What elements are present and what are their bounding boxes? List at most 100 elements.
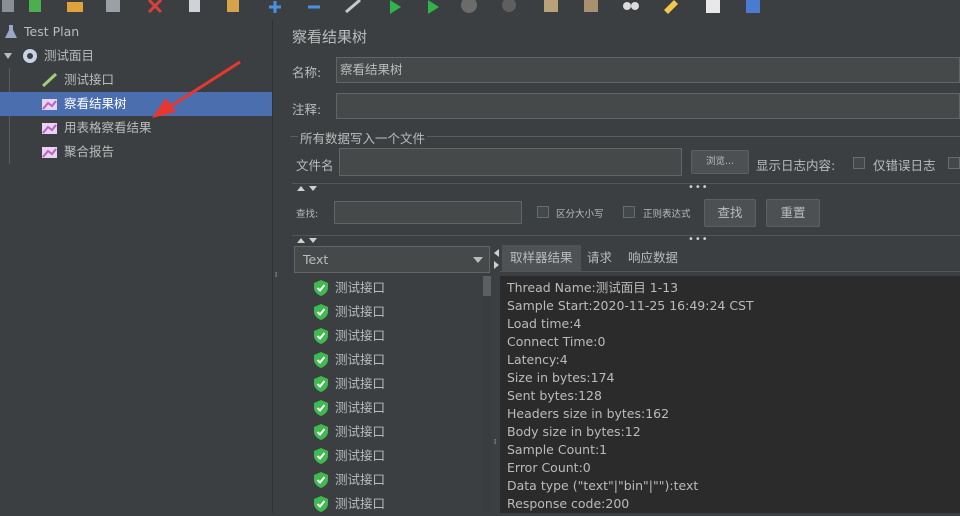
function-helper-icon[interactable] [704, 0, 722, 14]
horizontal-splitter[interactable]: ••• [292, 183, 960, 193]
list-item[interactable]: 测试接口 [293, 420, 481, 444]
list-item[interactable]: 测试接口 [293, 492, 481, 516]
tab-sampler-result[interactable]: 取样器结果 [502, 245, 581, 271]
paste-icon[interactable] [224, 0, 242, 14]
copy-icon[interactable] [186, 0, 204, 14]
stop-icon[interactable] [460, 0, 478, 14]
list-item-label: 测试接口 [335, 376, 386, 391]
search-icon[interactable] [622, 0, 640, 14]
list-item[interactable]: 测试接口 [293, 396, 481, 420]
result-line: Headers size in bytes:162 [507, 406, 670, 421]
list-item-label: 测试接口 [335, 496, 386, 511]
horizontal-splitter[interactable]: ••• [292, 235, 960, 245]
find-button[interactable]: 查找 [704, 199, 756, 227]
expand-icon[interactable] [266, 0, 284, 14]
listener-icon [42, 147, 57, 158]
chevron-down-icon [473, 257, 483, 263]
pipette-icon [42, 73, 58, 87]
results-list: 测试接口 测试接口 测试接口 测试接口 测试接口 测试接口 测试接口 测试接口 测试接口 测试接口 [293, 276, 493, 513]
comment-label: 注释: [292, 102, 322, 117]
list-item[interactable]: 测试接口 [293, 372, 481, 396]
tab-request[interactable]: 请求 [579, 245, 620, 271]
result-line: Response code:200 [507, 496, 630, 511]
list-item[interactable]: 测试接口 [293, 324, 481, 348]
results-detail-splitter[interactable]: ⁞ [493, 246, 500, 513]
result-line: Sent bytes:128 [507, 388, 602, 403]
listener-icon [42, 123, 57, 134]
expand-arrow-icon[interactable] [4, 53, 12, 59]
list-item[interactable]: 测试接口 [293, 348, 481, 372]
list-item[interactable]: 测试接口 [293, 468, 481, 492]
splitter-grip-icon: ⁞ [494, 438, 498, 446]
results-scrollbar[interactable] [483, 276, 491, 513]
list-item[interactable]: 测试接口 [293, 276, 481, 300]
regex-label: 正则表达式 [643, 209, 691, 220]
tree-item-label: 聚合报告 [64, 144, 115, 159]
filename-label: 文件名 [296, 158, 334, 173]
regex-checkbox[interactable] [623, 206, 635, 218]
open-icon[interactable] [66, 0, 84, 14]
tree-item-test-plan[interactable]: Test Plan [0, 20, 272, 44]
reset-button[interactable]: 重置 [766, 199, 820, 227]
name-field[interactable]: 察看结果树 [336, 57, 960, 83]
annotation-arrow-icon [152, 60, 241, 118]
save-icon[interactable] [104, 0, 122, 14]
success-shield-icon [314, 304, 328, 320]
log-content-label: 显示日志内容: [756, 158, 836, 173]
tree-item-label: 用表格察看结果 [64, 120, 152, 135]
scrollbar-thumb[interactable] [483, 276, 491, 296]
search-input[interactable] [334, 201, 522, 224]
tab-response-data[interactable]: 响应数据 [620, 245, 686, 271]
browse-button[interactable]: 浏览... [691, 150, 749, 174]
result-line: Thread Name:测试面目 1-13 [507, 280, 679, 295]
toggle-icon[interactable] [344, 0, 362, 14]
success-shield-icon [314, 448, 328, 464]
start-icon[interactable] [386, 0, 404, 14]
result-line: Sample Count:1 [507, 442, 608, 457]
section-title: 所有数据写入一个文件 [298, 128, 428, 147]
list-item[interactable]: 测试接口 [293, 300, 481, 324]
result-line: Connect Time:0 [507, 334, 606, 349]
reset-search-icon[interactable] [662, 0, 680, 14]
result-line: Error Count:0 [507, 460, 591, 475]
list-item-label: 测试接口 [335, 448, 386, 463]
success-shield-icon [314, 352, 328, 368]
tree-item-label: 测试接口 [64, 72, 115, 87]
collapse-arrows-icon[interactable] [296, 237, 318, 243]
list-item-label: 测试接口 [335, 328, 386, 343]
tree-item-aggregate-report[interactable]: 聚合报告 [0, 140, 272, 164]
result-line: Size in bytes:174 [507, 370, 615, 385]
cut-icon[interactable] [146, 0, 164, 14]
success-shield-icon [314, 472, 328, 488]
shutdown-icon[interactable] [500, 0, 518, 14]
list-item-label: 测试接口 [335, 400, 386, 415]
success-shield-icon [314, 328, 328, 344]
toolbar [0, 0, 960, 21]
case-sensitive-checkbox[interactable] [537, 206, 549, 218]
collapse-arrows-icon[interactable] [296, 185, 318, 191]
tree-item-label: 察看结果树 [64, 96, 127, 111]
filename-field[interactable] [339, 148, 682, 176]
gear-icon [23, 49, 37, 63]
list-item[interactable]: 测试接口 [293, 444, 481, 468]
comment-field[interactable] [336, 93, 960, 119]
result-line: Sample Start:2020-11-25 16:49:24 CST [507, 298, 754, 313]
errors-only-checkbox[interactable] [853, 157, 865, 169]
help-icon[interactable] [744, 0, 762, 14]
templates-icon[interactable] [26, 0, 44, 14]
success-shield-icon [314, 496, 328, 512]
list-item-label: 测试接口 [335, 304, 386, 319]
list-item-label: 测试接口 [335, 424, 386, 439]
collapse-arrows-icon[interactable] [493, 248, 500, 270]
collapse-icon[interactable] [305, 0, 323, 14]
start-no-pauses-icon[interactable] [424, 0, 442, 14]
result-line: Body size in bytes:12 [507, 424, 641, 439]
test-plan-tree: Test Plan 测试面目 测试接口 察看结果树 用表格察看结果 聚合报告 [0, 20, 272, 513]
new-plan-icon[interactable] [0, 0, 18, 14]
clear-icon[interactable] [542, 0, 560, 14]
clear-all-icon[interactable] [582, 0, 600, 14]
list-item-label: 测试接口 [335, 280, 386, 295]
successes-only-checkbox[interactable] [948, 157, 960, 169]
success-shield-icon [314, 424, 328, 440]
renderer-select[interactable]: Text [294, 246, 490, 273]
